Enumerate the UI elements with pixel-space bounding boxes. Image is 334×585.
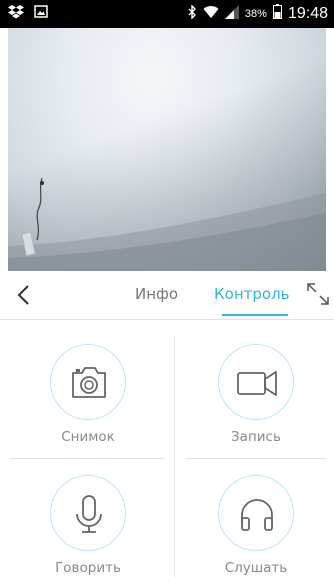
video-camera-icon [237,371,277,396]
talk-circle [50,475,126,551]
grid-divider-vertical [174,336,175,577]
record-button[interactable]: Запись [198,344,318,454]
tab-control[interactable]: Контроль [214,285,290,303]
dropbox-icon [8,4,24,24]
tab-info[interactable]: Инфо [135,285,178,303]
talk-button[interactable]: Говорить [30,475,150,585]
camera-scene [8,177,326,271]
listen-button[interactable]: Слушать [198,475,318,585]
status-time: 19:48 [287,5,328,22]
expand-icon [307,283,329,305]
wifi-icon [203,5,219,24]
headphones-icon [241,499,273,531]
camera-icon [72,367,106,398]
camera-live-view[interactable] [8,28,326,271]
back-button[interactable] [10,281,38,309]
bluetooth-icon [188,3,197,24]
grid-divider-horizontal [186,458,326,459]
talk-label: Говорить [55,560,121,576]
listen-circle [218,475,294,551]
listen-label: Слушать [224,560,288,576]
control-grid: Снимок Запись Говорить Слушать [0,320,334,577]
record-label: Запись [231,429,281,445]
status-bar: 38% 19:48 [0,0,334,28]
battery-icon [272,4,282,24]
image-notification-icon [34,5,48,23]
expand-button[interactable] [306,282,330,306]
microphone-icon [76,495,102,533]
record-circle [218,344,294,420]
grid-divider-horizontal [10,458,164,459]
chevron-left-icon [17,285,29,305]
snapshot-button[interactable]: Снимок [30,344,150,454]
snapshot-circle [50,344,126,420]
tab-active-indicator [222,314,288,316]
tabs-bar: Инфо Контроль [0,271,334,320]
signal-icon [224,4,239,24]
battery-percent: 38% [244,8,267,20]
snapshot-label: Снимок [61,429,115,445]
